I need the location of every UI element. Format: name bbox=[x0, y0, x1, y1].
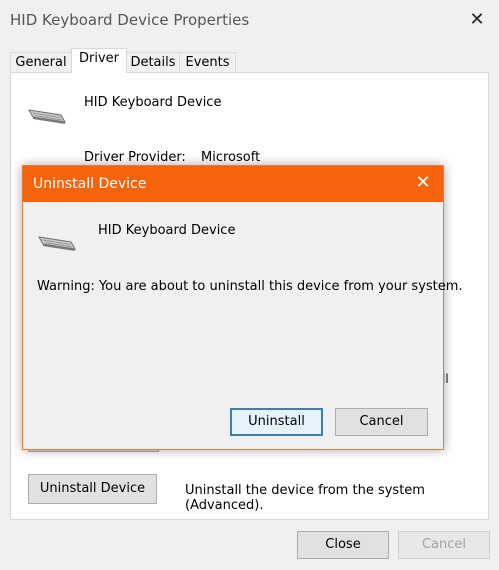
dialog-warning-text: Warning: You are about to uninstall this… bbox=[37, 279, 463, 294]
tab-general[interactable]: General bbox=[10, 52, 72, 72]
dialog-device-name: HID Keyboard Device bbox=[98, 223, 236, 238]
tab-driver[interactable]: Driver bbox=[71, 48, 127, 73]
window-close-button[interactable]: ✕ bbox=[465, 8, 489, 32]
driver-provider-label: Driver Provider: bbox=[84, 150, 186, 165]
cancel-button[interactable]: Cancel bbox=[398, 531, 490, 559]
uninstall-device-dialog: Uninstall Device ✕ HID Keyboard Device W… bbox=[22, 165, 463, 450]
uninstall-device-button[interactable]: Uninstall Device bbox=[28, 474, 157, 504]
close-button[interactable]: Close bbox=[297, 531, 389, 559]
dialog-title: Uninstall Device bbox=[33, 176, 147, 192]
keyboard-icon bbox=[28, 109, 66, 124]
tab-events[interactable]: Events bbox=[179, 52, 236, 72]
dialog-uninstall-button[interactable]: Uninstall bbox=[230, 408, 323, 436]
device-name: HID Keyboard Device bbox=[84, 95, 222, 110]
dialog-cancel-button[interactable]: Cancel bbox=[335, 408, 428, 436]
uninstall-device-description: Uninstall the device from the system (Ad… bbox=[185, 483, 425, 513]
dialog-titlebar: Uninstall Device ✕ bbox=[23, 166, 443, 202]
dialog-close-button[interactable]: ✕ bbox=[411, 171, 435, 195]
window-title: HID Keyboard Device Properties bbox=[10, 11, 250, 29]
driver-provider-value: Microsoft bbox=[201, 150, 261, 165]
tab-details[interactable]: Details bbox=[126, 52, 180, 72]
keyboard-icon bbox=[38, 236, 76, 251]
